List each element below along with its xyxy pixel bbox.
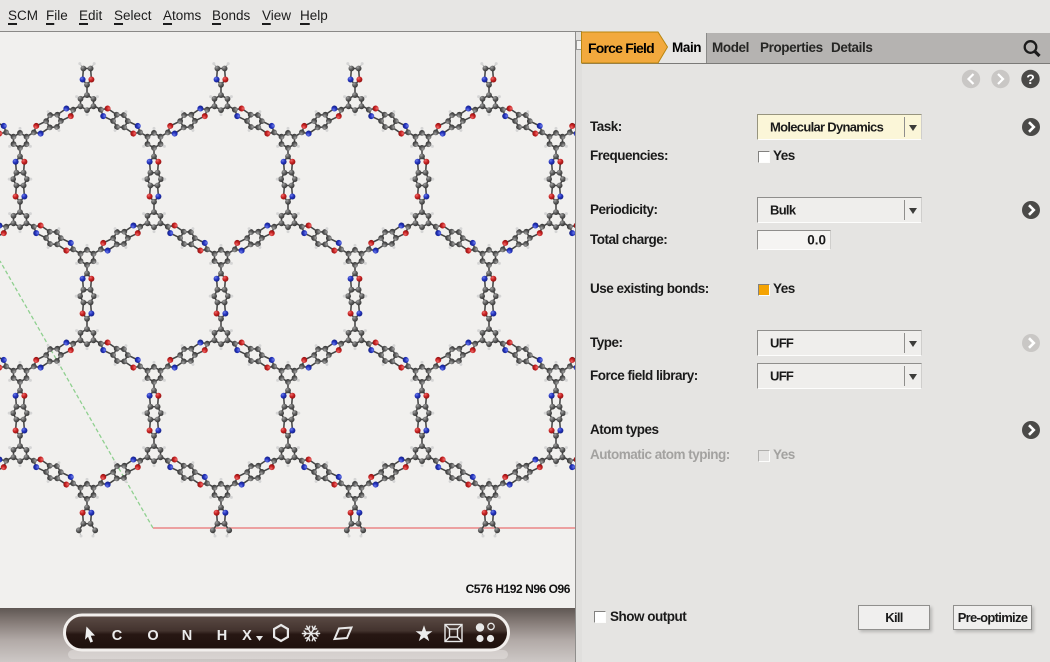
svg-text:H: H: [217, 628, 227, 644]
svg-text:N: N: [182, 628, 192, 644]
svg-text:?: ?: [1026, 71, 1035, 87]
svg-text:X: X: [242, 628, 252, 644]
svg-text:C: C: [112, 628, 123, 644]
svg-text:O: O: [147, 628, 158, 644]
